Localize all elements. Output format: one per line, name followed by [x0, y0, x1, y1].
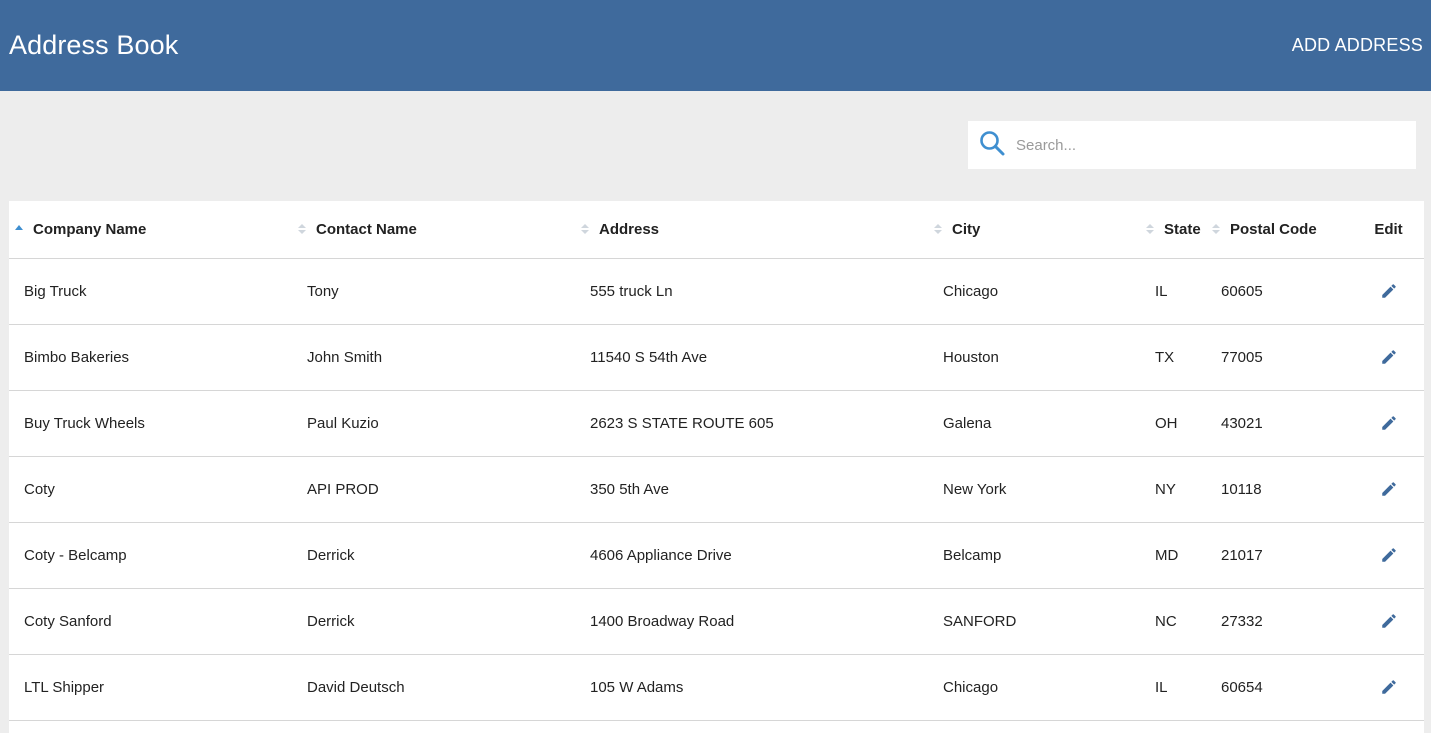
company-name-cell: Buy Truck Wheels	[9, 390, 292, 457]
column-label: Company Name	[33, 220, 147, 238]
column-header-edit: Edit	[1353, 201, 1424, 259]
pencil-icon[interactable]	[1380, 348, 1398, 366]
table-row: Coty Sanford Derrick 1400 Broadway Road SAN…	[9, 588, 1424, 655]
pencil-icon[interactable]	[1380, 480, 1398, 498]
edit-cell	[1353, 654, 1424, 721]
table-row: Coty API PROD 350 5th Ave New York NY 10118	[9, 456, 1424, 523]
state-cell: MD	[1140, 522, 1211, 589]
column-header-postal-code[interactable]: Postal Code	[1211, 201, 1353, 259]
contact-name-cell: Derrick	[292, 588, 575, 655]
page-title: Address Book	[9, 30, 179, 60]
search-icon	[978, 129, 1006, 162]
column-header-state[interactable]: State	[1140, 201, 1211, 259]
state-cell: TX	[1140, 324, 1211, 391]
city-cell: Belcamp	[928, 522, 1140, 589]
pencil-icon[interactable]	[1380, 546, 1398, 564]
edit-cell	[1353, 324, 1424, 391]
contact-name-cell: API PROD	[292, 456, 575, 523]
edit-cell	[1353, 456, 1424, 523]
search-input[interactable]	[1016, 130, 1416, 160]
company-name-cell: LTL Shipper	[9, 654, 292, 721]
contact-name-cell: John Smith	[292, 324, 575, 391]
company-name-cell: Coty - Belcamp	[9, 522, 292, 589]
postal-code-cell: 21017	[1211, 522, 1353, 589]
city-cell: Chicago	[928, 654, 1140, 721]
contact-name-cell: Tony	[292, 258, 575, 325]
address-cell: 350 5th Ave	[575, 456, 928, 523]
city-cell: SANFORD	[928, 588, 1140, 655]
address-table: Company Name Contact Name Address City S…	[9, 201, 1424, 733]
state-cell: IL	[1140, 258, 1211, 325]
city-cell: Houston	[928, 324, 1140, 391]
app-bar: Address Book ADD ADDRESS	[0, 0, 1431, 91]
add-address-button[interactable]: ADD ADDRESS	[1292, 35, 1423, 56]
address-cell: 555 truck Ln	[575, 258, 928, 325]
table-row: Buy Truck Wheels Paul Kuzio 2623 S STATE R…	[9, 390, 1424, 457]
city-cell: Chicago	[928, 258, 1140, 325]
city-cell: Galena	[928, 390, 1140, 457]
table-row: Big Truck Tony 555 truck Ln Chicago IL 60605	[9, 258, 1424, 325]
city-cell: New York	[928, 456, 1140, 523]
search-box	[968, 121, 1416, 169]
state-cell: NY	[1140, 456, 1211, 523]
postal-code-cell: 60605	[1211, 258, 1353, 325]
table-row: LTL Shipper David Deutsch 105 W Adams Chica…	[9, 654, 1424, 721]
address-cell: 2623 S STATE ROUTE 605	[575, 390, 928, 457]
postal-code-cell: 10118	[1211, 456, 1353, 523]
edit-cell	[1353, 390, 1424, 457]
pencil-icon[interactable]	[1380, 612, 1398, 630]
edit-cell	[1353, 258, 1424, 325]
contact-name-cell: David Deutsch	[292, 654, 575, 721]
postal-code-cell: 60654	[1211, 654, 1353, 721]
state-cell: NC	[1140, 588, 1211, 655]
address-cell: 105 W Adams	[575, 654, 928, 721]
column-header-contact-name[interactable]: Contact Name	[292, 201, 575, 259]
state-cell: OH	[1140, 390, 1211, 457]
pencil-icon[interactable]	[1380, 678, 1398, 696]
pencil-icon[interactable]	[1380, 414, 1398, 432]
sort-icon	[297, 222, 307, 236]
state-cell: IL	[1140, 654, 1211, 721]
contact-name-cell: Paul Kuzio	[292, 390, 575, 457]
table-header-row: Company Name Contact Name Address City S…	[9, 201, 1424, 259]
company-name-cell: Coty Sanford	[9, 588, 292, 655]
company-name-cell: Coty	[9, 456, 292, 523]
column-label: Address	[599, 220, 660, 238]
column-header-company-name[interactable]: Company Name	[9, 201, 292, 259]
address-cell: 4606 Appliance Drive	[575, 522, 928, 589]
column-label: Edit	[1374, 220, 1403, 238]
company-name-cell: Bimbo Bakeries	[9, 324, 292, 391]
column-label: Postal Code	[1230, 220, 1317, 238]
postal-code-cell: 43021	[1211, 390, 1353, 457]
column-header-city[interactable]: City	[928, 201, 1140, 259]
sort-icon	[1145, 222, 1155, 236]
column-label: State	[1164, 220, 1201, 238]
sort-icon	[580, 222, 590, 236]
edit-cell	[1353, 588, 1424, 655]
address-cell: 11540 S 54th Ave	[575, 324, 928, 391]
sort-icon	[1211, 222, 1221, 236]
pencil-icon[interactable]	[1380, 282, 1398, 300]
sort-icon	[933, 222, 943, 236]
table-row: Bimbo Bakeries John Smith 11540 S 54th Ave…	[9, 324, 1424, 391]
postal-code-cell: 77005	[1211, 324, 1353, 391]
contact-name-cell: Derrick	[292, 522, 575, 589]
edit-cell	[1353, 522, 1424, 589]
company-name-cell: Big Truck	[9, 258, 292, 325]
sort-ascending-icon	[14, 222, 24, 236]
column-header-address[interactable]: Address	[575, 201, 928, 259]
column-label: City	[952, 220, 981, 238]
table-row: Coty - Belcamp Derrick 4606 Appliance Driv…	[9, 522, 1424, 589]
postal-code-cell: 27332	[1211, 588, 1353, 655]
column-label: Contact Name	[316, 220, 417, 238]
address-cell: 1400 Broadway Road	[575, 588, 928, 655]
